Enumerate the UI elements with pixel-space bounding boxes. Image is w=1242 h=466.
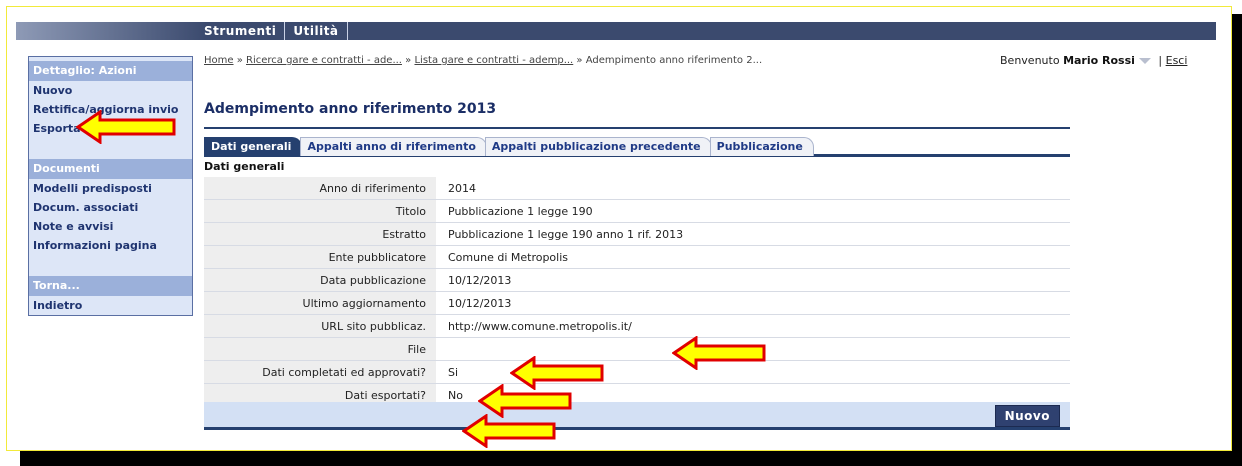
sidebar-item-nuovo[interactable]: Nuovo (29, 81, 192, 100)
field-label: Ente pubblicatore (204, 245, 436, 269)
annotation-arrow-icon (76, 110, 176, 144)
nuovo-button[interactable]: Nuovo (994, 405, 1060, 427)
window-shadow-bottom (20, 451, 1242, 466)
field-value: Pubblicazione 1 legge 190 anno 1 rif. 20… (436, 222, 1070, 246)
field-label: Titolo (204, 199, 436, 223)
field-value: 10/12/2013 (436, 268, 1070, 292)
breadcrumb-sep: » (233, 55, 247, 66)
tab-pubblicazione[interactable]: Pubblicazione (709, 137, 814, 156)
field-label: Anno di riferimento (204, 177, 436, 200)
menu-strumenti[interactable]: Strumenti (196, 22, 286, 40)
sidebar-section-azioni: Dettaglio: Azioni (29, 61, 192, 81)
form-footer: Nuovo (204, 402, 1070, 430)
window-shadow-right (1232, 14, 1242, 466)
table-row: Anno di riferimento 2014 (204, 177, 1070, 200)
table-row: Titolo Pubblicazione 1 legge 190 (204, 199, 1070, 223)
breadcrumb-lista[interactable]: Lista gare e contratti - ademp... (414, 55, 573, 66)
annotation-arrow-icon (462, 414, 556, 448)
page-title: Adempimento anno riferimento 2013 (204, 101, 497, 117)
breadcrumb-home[interactable]: Home (204, 55, 234, 66)
field-value: 2014 (436, 177, 1070, 200)
section-title: Dati generali (204, 160, 285, 173)
tab-bar: Dati generali Appalti anno di riferiment… (204, 127, 1070, 157)
table-row: Ente pubblicatore Comune di Metropolis (204, 245, 1070, 269)
breadcrumb-sep: » (401, 55, 415, 66)
user-name: Mario Rossi (1063, 54, 1135, 67)
field-value: Pubblicazione 1 legge 190 (436, 199, 1070, 223)
field-value: http://www.comune.metropolis.it/ (436, 314, 1070, 338)
field-value: Comune di Metropolis (436, 245, 1070, 269)
top-menu: Strumenti Utilità (196, 22, 348, 40)
tab-appalti-anno[interactable]: Appalti anno di riferimento (300, 137, 487, 156)
sidebar-item-info-pagina[interactable]: Informazioni pagina (29, 236, 192, 255)
sidebar-item-note[interactable]: Note e avvisi (29, 217, 192, 236)
tab-appalti-precedente[interactable]: Appalti pubblicazione precedente (484, 137, 712, 156)
sidebar-section-torna: Torna... (29, 276, 192, 296)
field-label: Estratto (204, 222, 436, 246)
user-sep: | (1158, 54, 1163, 67)
user-area: Benvenuto Mario Rossi | Esci (1000, 54, 1187, 67)
sidebar-item-documenti-associati[interactable]: Docum. associati (29, 198, 192, 217)
table-row: Estratto Pubblicazione 1 legge 190 anno 1… (204, 222, 1070, 246)
breadcrumb-current: Adempimento anno riferimento 2... (585, 55, 763, 66)
sidebar: Dettaglio: Azioni Nuovo Rettifica/aggior… (28, 56, 193, 316)
table-row: Ultimo aggiornamento 10/12/2013 (204, 291, 1070, 315)
field-label: Data pubblicazione (204, 268, 436, 292)
sidebar-item-indietro[interactable]: Indietro (29, 296, 192, 315)
breadcrumb: Home » Ricerca gare e contratti - ade...… (204, 54, 824, 67)
tab-dati-generali[interactable]: Dati generali (204, 137, 303, 156)
details-table: Anno di riferimento 2014 Titolo Pubblicazi… (204, 177, 1070, 407)
field-label: Ultimo aggiornamento (204, 291, 436, 315)
table-row: Dati completati ed approvati? Si (204, 360, 1070, 384)
table-row: URL sito pubblicaz. http://www.comune.met… (204, 314, 1070, 338)
logout-link[interactable]: Esci (1166, 54, 1188, 67)
field-label: URL sito pubblicaz. (204, 314, 436, 338)
sidebar-item-modelli[interactable]: Modelli predisposti (29, 179, 192, 198)
welcome-text: Benvenuto (1000, 54, 1060, 67)
table-row: Data pubblicazione 10/12/2013 (204, 268, 1070, 292)
breadcrumb-ricerca[interactable]: Ricerca gare e contratti - ade... (246, 55, 402, 66)
table-row: File (204, 337, 1070, 361)
annotation-arrow-icon (478, 384, 572, 418)
field-label: File (204, 337, 436, 361)
menu-utilita[interactable]: Utilità (285, 22, 348, 40)
field-value: 10/12/2013 (436, 291, 1070, 315)
user-menu-chevron-icon[interactable] (1138, 58, 1151, 64)
sidebar-section-documenti: Documenti (29, 159, 192, 179)
breadcrumb-sep: » (573, 55, 586, 66)
field-label: Dati completati ed approvati? (204, 360, 436, 384)
annotation-arrow-icon (672, 336, 766, 370)
